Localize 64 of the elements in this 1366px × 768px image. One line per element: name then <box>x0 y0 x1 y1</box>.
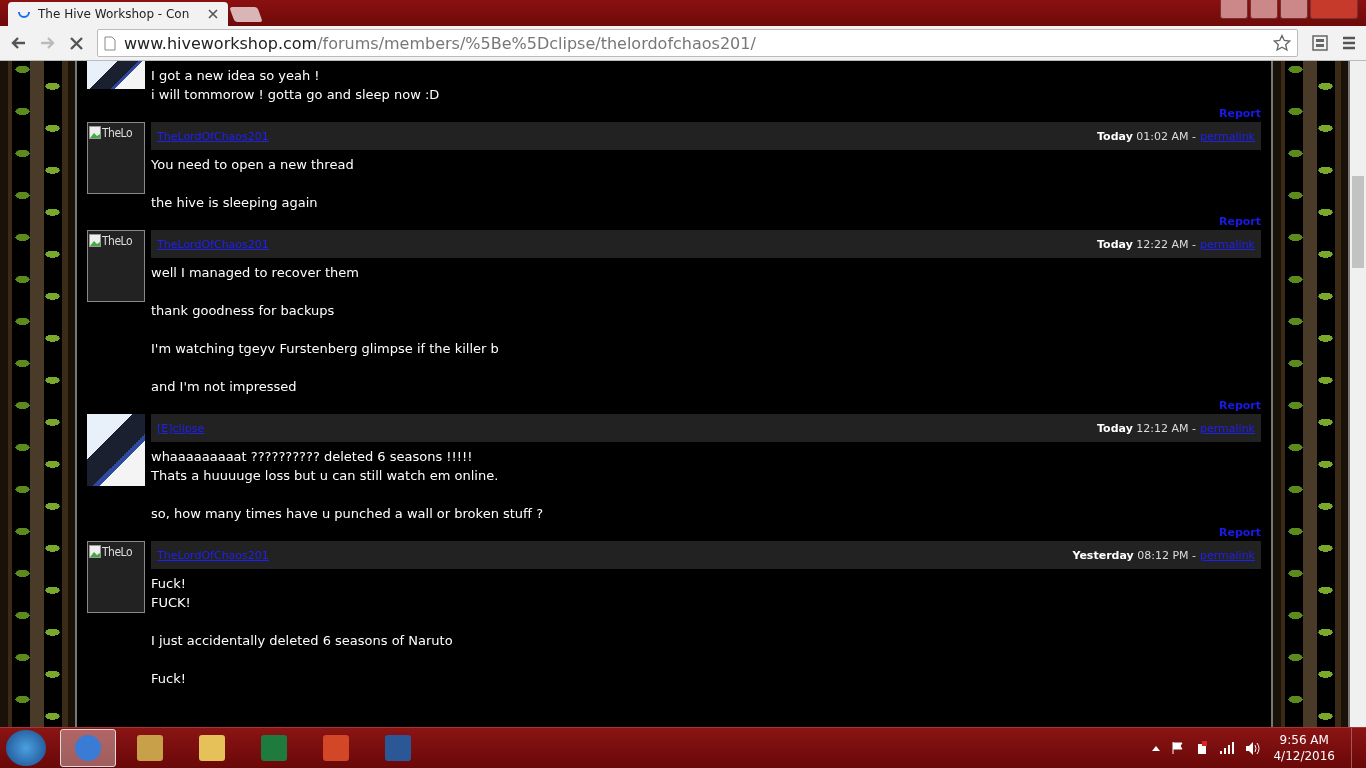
avatar-picture <box>87 414 145 486</box>
signal-bars-icon[interactable] <box>1220 742 1235 754</box>
avatar-alt-text: TheLo <box>102 234 132 248</box>
author-link[interactable]: TheLordOfChaos201 <box>157 129 269 143</box>
stop-icon[interactable] <box>70 36 83 50</box>
message-text: and I'm not impressed <box>151 378 298 396</box>
report-link[interactable]: Report <box>1218 526 1261 539</box>
avatar-alt-text: TheLo <box>102 545 132 559</box>
clock[interactable]: 9:56 AM 4/12/2016 <box>1273 732 1335 764</box>
author-link[interactable]: [E]clipse <box>157 421 205 435</box>
broken-image-icon <box>89 545 101 558</box>
message-text: Fuck! <box>151 575 187 593</box>
flag-icon[interactable] <box>1172 742 1185 754</box>
avatar-picture <box>87 61 145 89</box>
message-text: whaaaaaaaaat ?????????? deleted 6 seasons !!!!! <box>151 448 474 466</box>
new-tab-button[interactable] <box>229 7 263 22</box>
permalink-link[interactable]: permalink <box>1200 237 1255 251</box>
maximize-button[interactable] <box>1280 0 1308 19</box>
user-button[interactable] <box>1220 0 1248 19</box>
clock-time: 9:56 AM <box>1279 732 1329 748</box>
message-text: so, how many times have u punched a wall or broken stuff ? <box>151 505 545 523</box>
message-text: i will tommorow ! gotta go and sleep now :D <box>151 86 441 104</box>
loading-spinner-icon <box>18 10 30 18</box>
taskbar-app-icon[interactable] <box>60 729 116 767</box>
message-text: the hive is sleeping again <box>151 194 319 212</box>
minimize-button[interactable] <box>1250 0 1278 19</box>
report-link[interactable]: Report <box>1218 399 1261 412</box>
extension-icon[interactable] <box>1312 35 1328 51</box>
permalink-link[interactable]: permalink <box>1200 129 1255 143</box>
author-link[interactable]: TheLordOfChaos201 <box>157 237 269 251</box>
start-button[interactable] <box>6 730 46 766</box>
address-bar[interactable]: www.hiveworkshop.com/forums/members/%5Be%5Dclipse/thelordofchaos201/ <box>97 29 1298 57</box>
message-text: well I managed to recover them <box>151 264 360 282</box>
author-link[interactable]: TheLordOfChaos201 <box>157 548 269 562</box>
post-date: Today 12:12 AM - <box>1097 421 1196 435</box>
avatar-alt-text: TheLo <box>102 126 132 140</box>
speaker-icon[interactable] <box>1246 741 1262 755</box>
message-text: thank goodness for backups <box>151 302 336 320</box>
show-hidden-icons-icon[interactable] <box>1152 745 1161 751</box>
message-text: You need to open a new thread <box>151 156 355 174</box>
close-icon[interactable] <box>208 9 218 19</box>
message-text: I just accidentally deleted 6 seasons of Naruto <box>151 632 454 650</box>
clock-date: 4/12/2016 <box>1273 748 1335 764</box>
back-icon[interactable] <box>10 36 26 50</box>
scrollbar[interactable] <box>1350 61 1366 727</box>
post-date: Today 01:02 AM - <box>1097 129 1196 143</box>
page-icon <box>104 35 116 51</box>
message-text: FUCK! <box>151 594 192 612</box>
menu-icon[interactable] <box>1342 36 1356 50</box>
permalink-link[interactable]: permalink <box>1200 548 1255 562</box>
report-link[interactable]: Report <box>1218 107 1261 120</box>
report-link[interactable]: Report <box>1218 215 1261 228</box>
message-text: Thats a huuuuge loss but u can still watch em online. <box>151 467 500 485</box>
message-text: Fuck! <box>151 670 187 688</box>
post-date: Yesterday 08:12 PM - <box>1072 548 1196 562</box>
permalink-link[interactable]: permalink <box>1200 421 1255 435</box>
broken-image-icon <box>89 234 101 247</box>
star-icon[interactable] <box>1273 34 1291 52</box>
browser-tab[interactable]: The Hive Workshop - Con <box>8 2 228 26</box>
message-text: I'm watching tgeyv Furstenberg glimpse if the killer b <box>151 340 500 358</box>
message-text: I got a new idea so yeah ! <box>151 67 321 85</box>
post-date: Today 12:22 AM - <box>1097 237 1196 251</box>
broken-image-icon <box>89 126 101 139</box>
scrollbar-thumb[interactable] <box>1352 176 1364 268</box>
